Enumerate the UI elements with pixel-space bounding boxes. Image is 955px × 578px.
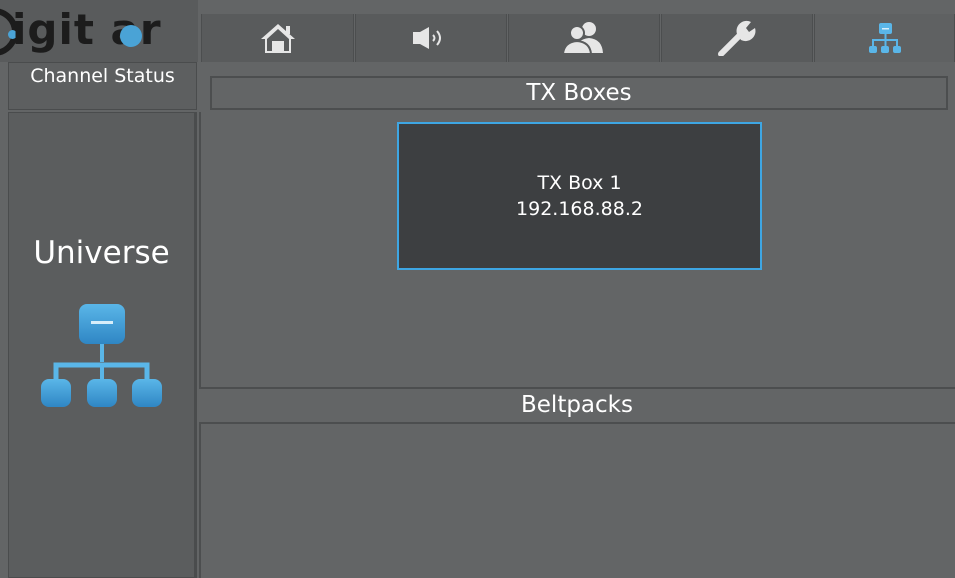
universe-label: Universe: [33, 235, 170, 271]
network-hierarchy-icon[interactable]: [39, 299, 164, 419]
tx-box-ip: 192.168.88.2: [516, 198, 643, 220]
beltpacks-header: Beltpacks: [199, 387, 955, 424]
nav-tab-home[interactable]: [201, 14, 354, 62]
nav-tab-settings[interactable]: [661, 14, 813, 62]
wrench-icon: [718, 20, 756, 56]
tx-boxes-header: TX Boxes: [210, 76, 948, 110]
channel-status-button[interactable]: Channel Status: [8, 62, 197, 110]
speaker-icon: [413, 27, 441, 49]
logo-o-mark: [120, 25, 142, 47]
tx-box-name: TX Box 1: [537, 172, 622, 194]
nav-tab-network[interactable]: [814, 14, 955, 62]
nav-tab-users[interactable]: [508, 14, 660, 62]
nav-tab-audio[interactable]: [355, 14, 507, 62]
channel-status-label: Channel Status: [30, 65, 175, 87]
sidebar-panel: Universe: [8, 112, 197, 578]
network-hierarchy-icon: [868, 23, 901, 53]
users-icon: [561, 22, 603, 55]
tx-box-card[interactable]: TX Box 1 192.168.88.2: [397, 122, 762, 270]
home-icon: [260, 24, 295, 53]
digitwar-logo: igit ar: [0, 0, 198, 62]
